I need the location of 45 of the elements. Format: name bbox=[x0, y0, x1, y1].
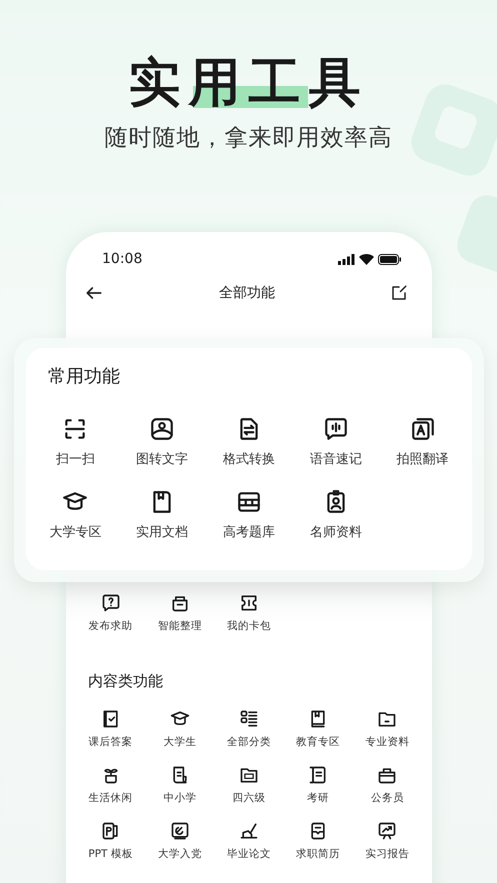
tool-item[interactable]: 智能整理 bbox=[145, 593, 214, 650]
tool-item[interactable]: 专业资料 bbox=[352, 709, 422, 765]
tool-item[interactable]: 大学生 bbox=[145, 709, 214, 765]
tool-item[interactable]: 中小学 bbox=[145, 765, 214, 821]
tool-item[interactable]: PPT 模板 bbox=[76, 821, 146, 877]
translate-icon bbox=[410, 416, 436, 442]
tool-item[interactable]: 实习报告 bbox=[352, 821, 422, 877]
help-bubble-icon bbox=[100, 593, 121, 613]
tool-item[interactable]: 大学专区 bbox=[32, 489, 119, 562]
tool-item[interactable]: 求职简历 bbox=[284, 821, 353, 877]
tool-item[interactable]: 公务员 bbox=[352, 765, 422, 821]
status-time: 10:08 bbox=[102, 251, 142, 267]
tool-item[interactable]: 全部分类 bbox=[214, 709, 284, 765]
tool-item[interactable]: 我的卡包 bbox=[214, 593, 284, 650]
tool-item[interactable]: 扫一扫 bbox=[32, 416, 119, 489]
tool-item[interactable]: 大学入党 bbox=[145, 821, 214, 877]
tool-item[interactable]: 语音速记 bbox=[292, 416, 380, 489]
tool-item[interactable]: 毕业论文 bbox=[214, 821, 284, 877]
tool-item[interactable]: 高考题库 bbox=[206, 489, 292, 562]
notebook-icon bbox=[308, 765, 328, 785]
tool-item[interactable]: 课后答案 bbox=[76, 709, 146, 765]
tool-item[interactable]: 格式转换 bbox=[206, 416, 292, 489]
tool-item[interactable]: 发布求助 bbox=[76, 593, 146, 650]
tool-item[interactable]: 四六级 bbox=[214, 765, 284, 821]
ticket-icon bbox=[238, 593, 259, 613]
wifi-icon bbox=[359, 254, 374, 264]
edit-icon bbox=[390, 284, 408, 302]
tool-item[interactable]: 图转文字 bbox=[118, 416, 206, 489]
chart-board-icon bbox=[377, 821, 398, 841]
voice-chat-icon bbox=[322, 416, 349, 442]
section-title: 内容类功能 bbox=[88, 672, 164, 691]
tool-item[interactable]: 教育专区 bbox=[284, 709, 353, 765]
tool-item[interactable]: 拍照翻译 bbox=[379, 416, 466, 489]
tool-item[interactable]: 考研 bbox=[284, 765, 353, 821]
battery-icon bbox=[378, 254, 402, 264]
edit-button[interactable] bbox=[390, 284, 408, 302]
image-icon bbox=[149, 416, 176, 442]
signal-icon bbox=[338, 254, 355, 264]
page-subtitle: 随时随地，拿来即用效率高 bbox=[104, 124, 392, 154]
tool-item[interactable]: 生活休闲 bbox=[76, 765, 146, 821]
tool-item[interactable]: 名师资料 bbox=[292, 489, 380, 562]
tool-item[interactable]: 实用文档 bbox=[118, 489, 206, 562]
category-list-icon bbox=[238, 709, 259, 729]
screen-title: 全部功能 bbox=[219, 284, 275, 302]
section-title: 常用功能 bbox=[48, 365, 121, 388]
